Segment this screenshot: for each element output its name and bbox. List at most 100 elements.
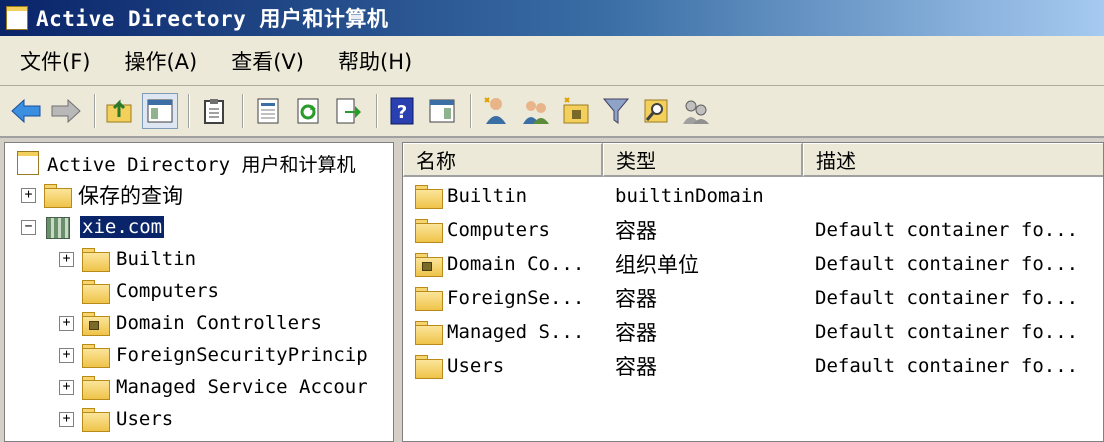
item-type: 容器: [615, 321, 657, 345]
filter-icon[interactable]: [598, 93, 634, 129]
new-user-icon[interactable]: [478, 93, 514, 129]
properties-icon[interactable]: [250, 93, 286, 129]
expander-spacer: [59, 284, 74, 299]
list-item[interactable]: Managed S... 容器 Default container fo...: [403, 315, 1103, 349]
ou-folder-icon: [82, 312, 110, 336]
toolbar-separator: [188, 94, 190, 128]
tree-item-foreign-security[interactable]: + ForeignSecurityPrincip: [59, 339, 368, 371]
folder-icon: [82, 344, 110, 368]
svg-text:?: ?: [397, 102, 407, 123]
expand-users[interactable]: +: [59, 411, 74, 427]
toolbar-separator: [94, 94, 96, 128]
item-description: Default container fo...: [815, 355, 1079, 377]
collapse-domain[interactable]: −: [21, 219, 36, 235]
item-name: Builtin: [447, 185, 528, 207]
tree-item-label: xie.com: [80, 216, 165, 238]
item-description: Default container fo...: [815, 321, 1079, 343]
ou-folder-icon: [415, 253, 443, 277]
tree-item-label: Domain Controllers: [116, 312, 322, 334]
item-name: Computers: [447, 219, 550, 241]
tree-root[interactable]: Active Directory 用户和计算机: [17, 147, 355, 179]
show-hide-tree-icon[interactable]: [142, 93, 178, 129]
list-item[interactable]: Builtin builtinDomain: [403, 179, 1103, 213]
up-folder-icon[interactable]: [102, 93, 138, 129]
toolbar-separator: [242, 94, 244, 128]
item-type: 容器: [615, 219, 657, 243]
item-name: Domain Co...: [447, 253, 585, 275]
forward-arrow-icon[interactable]: [48, 93, 84, 129]
expand-managed-service[interactable]: +: [59, 379, 74, 395]
item-type: 组织单位: [615, 253, 699, 277]
tree-item-computers[interactable]: Computers: [59, 275, 219, 307]
toolbar: ?: [0, 86, 1104, 138]
tree-item-domain-controllers[interactable]: + Domain Controllers: [59, 307, 322, 339]
expand-builtin[interactable]: +: [59, 251, 74, 267]
tree-item-label: Managed Service Accour: [116, 376, 368, 398]
toolbar-separator: [470, 94, 472, 128]
tree-item-label: 保存的查询: [78, 184, 183, 208]
domain-icon: [44, 215, 72, 239]
column-header-type[interactable]: 类型: [603, 143, 803, 177]
tree-item-label: Builtin: [116, 248, 197, 270]
refresh-icon[interactable]: [290, 93, 326, 129]
tree-item-label: ForeignSecurityPrincip: [116, 344, 368, 366]
tree-item-managed-service[interactable]: + Managed Service Accour: [59, 371, 368, 403]
item-name: ForeignSe...: [447, 287, 585, 309]
folder-icon: [82, 248, 110, 272]
menu-bar: 文件(F) 操作(A) 查看(V) 帮助(H): [0, 36, 1104, 86]
console-tree[interactable]: Active Directory 用户和计算机 + 保存的查询 − xie.co…: [4, 142, 394, 442]
item-name: Managed S...: [447, 321, 585, 343]
expand-foreign-security[interactable]: +: [59, 347, 74, 363]
new-group-icon[interactable]: [518, 93, 554, 129]
item-description: Default container fo...: [815, 253, 1079, 275]
window-title: Active Directory 用户和计算机: [36, 7, 389, 31]
tree-root-label: Active Directory 用户和计算机: [47, 153, 356, 176]
clipboard-icon[interactable]: [196, 93, 232, 129]
item-type: 容器: [615, 287, 657, 311]
menu-file[interactable]: 文件(F): [10, 40, 100, 82]
item-type: 容器: [615, 355, 657, 379]
folder-icon: [415, 287, 443, 311]
folder-icon: [82, 376, 110, 400]
tree-item-saved-queries[interactable]: + 保存的查询: [21, 179, 183, 211]
menu-help[interactable]: 帮助(H): [328, 40, 422, 82]
expand-saved-queries[interactable]: +: [21, 187, 36, 203]
menu-view[interactable]: 查看(V): [221, 40, 314, 82]
folder-icon: [415, 355, 443, 379]
tree-item-domain[interactable]: − xie.com: [21, 211, 165, 243]
column-header-description[interactable]: 描述: [803, 143, 1103, 177]
folder-icon: [82, 408, 110, 432]
pane-splitter[interactable]: [394, 142, 402, 442]
item-type: builtinDomain: [615, 185, 764, 207]
folder-icon: [415, 185, 443, 209]
console-root-icon: [17, 151, 39, 175]
folder-icon: [415, 219, 443, 243]
folder-icon: [415, 321, 443, 345]
tree-item-label: Users: [116, 408, 174, 430]
tree-item-users[interactable]: + Users: [59, 403, 173, 435]
title-bar[interactable]: Active Directory 用户和计算机: [0, 0, 1104, 36]
folder-icon: [82, 280, 110, 304]
delegate-icon[interactable]: [678, 93, 714, 129]
action-pane-icon[interactable]: [424, 93, 460, 129]
list-item[interactable]: Computers 容器 Default container fo...: [403, 213, 1103, 247]
new-ou-icon[interactable]: [558, 93, 594, 129]
list-item[interactable]: ForeignSe... 容器 Default container fo...: [403, 281, 1103, 315]
tree-item-builtin[interactable]: + Builtin: [59, 243, 196, 275]
tree-item-label: Computers: [116, 280, 219, 302]
export-list-icon[interactable]: [330, 93, 366, 129]
back-arrow-icon[interactable]: [8, 93, 44, 129]
app-icon: [6, 6, 28, 30]
item-name: Users: [447, 355, 505, 377]
item-description: Default container fo...: [815, 219, 1079, 241]
list-item[interactable]: Domain Co... 组织单位 Default container fo..…: [403, 247, 1103, 281]
find-icon[interactable]: [638, 93, 674, 129]
item-description: Default container fo...: [815, 287, 1079, 309]
expand-domain-controllers[interactable]: +: [59, 315, 74, 331]
column-header-name[interactable]: 名称: [403, 143, 603, 177]
menu-action[interactable]: 操作(A): [114, 40, 207, 82]
list-item[interactable]: Users 容器 Default container fo...: [403, 349, 1103, 383]
details-list[interactable]: 名称 类型 描述 Builtin builtinDomain Computers…: [402, 142, 1104, 442]
help-icon[interactable]: ?: [384, 93, 420, 129]
toolbar-separator: [376, 94, 378, 128]
